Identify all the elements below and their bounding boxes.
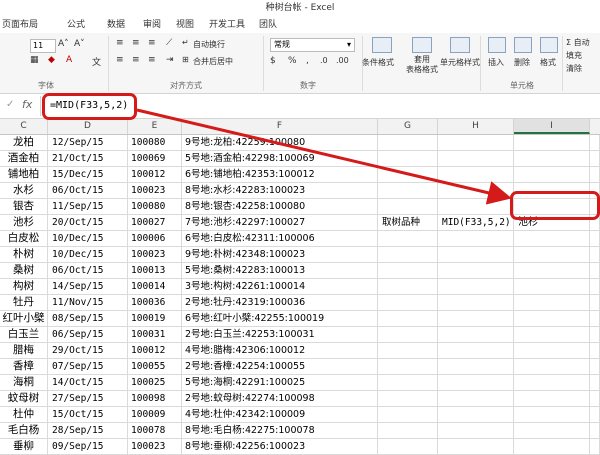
cell-tree-name[interactable]: 毛白杨 [0,423,48,439]
cell-result[interactable] [514,423,590,439]
cell-code[interactable]: 100078 [128,423,182,439]
cell-label[interactable] [378,423,438,439]
cell-label[interactable] [378,439,438,455]
cell-code[interactable]: 100009 [128,407,182,423]
cell-record[interactable]: 8号地:毛白杨:42275:100078 [182,423,378,439]
callout-arrow [136,108,512,205]
cell-tree-name[interactable]: 杜仲 [0,407,48,423]
cell-empty[interactable] [590,423,600,439]
table-row: 杜仲 15/Oct/15 100009 4号地:杜仲:42342:100009 [0,407,600,423]
cell-formula-text[interactable] [438,423,514,439]
table-row: 毛白杨 28/Sep/15 100078 8号地:毛白杨:42275:100078 [0,423,600,439]
cell-record[interactable]: 4号地:杜仲:42342:100009 [182,407,378,423]
cell-tree-name[interactable]: 垂柳 [0,439,48,455]
cell-date[interactable]: 28/Sep/15 [48,423,128,439]
cell-code[interactable]: 100023 [128,439,182,455]
cell-date[interactable]: 09/Sep/15 [48,439,128,455]
cell-empty[interactable] [590,439,600,455]
cell-empty[interactable] [590,407,600,423]
cell-formula-text[interactable] [438,407,514,423]
cell-result[interactable] [514,439,590,455]
cell-label[interactable] [378,407,438,423]
cell-date[interactable]: 15/Oct/15 [48,407,128,423]
table-row: 垂柳 09/Sep/15 100023 8号地:垂柳:42256:100023 [0,439,600,455]
cell-formula-text[interactable] [438,439,514,455]
cell-result[interactable] [514,407,590,423]
cell-record[interactable]: 8号地:垂柳:42256:100023 [182,439,378,455]
